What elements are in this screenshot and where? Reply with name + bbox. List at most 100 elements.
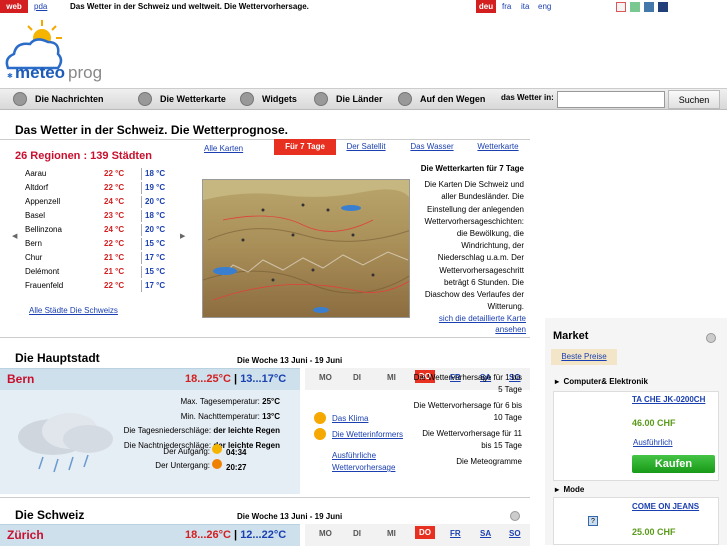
city-row[interactable]: Aarau 22 °C 18 °C xyxy=(12,167,192,181)
city-name[interactable]: Basel xyxy=(25,211,45,220)
tab-satellite[interactable]: Der Satellit xyxy=(344,139,388,155)
sunrise-time: 04:34 xyxy=(226,448,247,457)
divider xyxy=(141,210,142,222)
forecast-6-10-link[interactable]: Die Wettervorhersage für 6 bis 10 Tage xyxy=(410,400,522,424)
day-so[interactable]: SO xyxy=(509,529,521,538)
city-row[interactable]: Basel 23 °C 18 °C xyxy=(12,209,192,223)
all-maps-link[interactable]: Alle Karten xyxy=(204,144,243,153)
city-name[interactable]: Delémont xyxy=(25,267,59,276)
theme-swatch[interactable] xyxy=(644,2,654,12)
detail-label: Max. Tagesemperatur: xyxy=(180,397,260,406)
day-mo[interactable]: MO xyxy=(319,529,332,538)
divider xyxy=(141,280,142,292)
day-mo[interactable]: MO xyxy=(319,373,332,382)
city-name[interactable]: Bellinzona xyxy=(25,225,62,234)
tab-7days[interactable]: Für 7 Tage xyxy=(274,139,336,155)
detail-row: Die Tagesniederschläge: der leichte Rege… xyxy=(100,424,280,439)
nav-weathermap[interactable]: Die Wetterkarte xyxy=(138,88,226,110)
product-more-link[interactable]: Ausführlich xyxy=(633,438,673,447)
forecast-11-15-link[interactable]: Die Wettervorhersage für 11 bis 15 Tage xyxy=(410,428,522,452)
theme-swatch[interactable] xyxy=(658,2,668,12)
tab-water[interactable]: Das Wasser xyxy=(406,139,458,155)
divider xyxy=(0,497,530,498)
lang-deu[interactable]: deu xyxy=(476,0,496,13)
city-name[interactable]: Bern xyxy=(25,239,42,248)
search-button[interactable]: Suchen xyxy=(668,90,720,109)
city-name[interactable]: Frauenfeld xyxy=(25,281,63,290)
detail-label: Die Tagesniederschläge: xyxy=(123,426,212,435)
buy-button[interactable]: Kaufen xyxy=(632,455,715,473)
city-row[interactable]: Bern 22 °C 15 °C xyxy=(12,237,192,251)
city-row[interactable]: Chur 21 °C 17 °C xyxy=(12,251,192,265)
product-name[interactable]: TA CHE JK-0200CH xyxy=(632,395,705,404)
city-row[interactable]: Altdorf 22 °C 19 °C xyxy=(12,181,192,195)
day-di[interactable]: DI xyxy=(353,529,361,538)
temp-min: 13...17°C xyxy=(240,373,287,385)
city-name[interactable]: Bern xyxy=(7,372,34,386)
site-slogan: Das Wetter in der Schweiz und weltweit. … xyxy=(70,2,309,11)
lang-ita[interactable]: ita xyxy=(521,2,529,11)
nav-widgets[interactable]: Widgets xyxy=(240,88,297,110)
tab-web[interactable]: web xyxy=(0,0,28,13)
nav-countries[interactable]: Die Länder xyxy=(314,88,383,110)
city-name[interactable]: Altdorf xyxy=(25,183,48,192)
theme-swatch[interactable] xyxy=(616,2,626,12)
day-do[interactable]: DO xyxy=(415,526,435,539)
all-cities-link[interactable]: Alle Städte Die Schweizs xyxy=(29,306,118,315)
city-name[interactable]: Aarau xyxy=(25,169,46,178)
settings-icon[interactable] xyxy=(706,333,716,343)
city-name[interactable]: Appenzell xyxy=(25,197,60,206)
nav-label: Widgets xyxy=(262,94,297,104)
divider xyxy=(141,224,142,236)
temp-separator: | xyxy=(234,529,238,541)
svg-text:✱: ✱ xyxy=(7,72,13,80)
tab-weathermap[interactable]: Wetterkarte xyxy=(474,139,522,155)
day-sa[interactable]: SA xyxy=(480,529,491,538)
city-row[interactable]: Frauenfeld 22 °C 17 °C xyxy=(12,279,192,293)
link-pda[interactable]: pda xyxy=(34,2,47,11)
market-category[interactable]: ▸ Mode xyxy=(555,485,584,494)
city-name[interactable]: Chur xyxy=(25,253,42,262)
climate-link[interactable]: Das Klima xyxy=(332,414,368,423)
city-name[interactable]: Zürich xyxy=(7,528,44,542)
lang-eng[interactable]: eng xyxy=(538,2,551,11)
market-tab-label[interactable]: Beste Preise xyxy=(561,352,606,361)
detail-map-link[interactable]: sich die detaillierte Karte ansehen xyxy=(436,313,526,335)
site-logo[interactable]: ✱ meteo prog xyxy=(2,18,122,83)
market-tab-best-prices[interactable]: Beste Preise xyxy=(551,349,617,365)
week-range: Die Woche 13 Juni - 19 Juni xyxy=(237,512,343,521)
day-di[interactable]: DI xyxy=(353,373,361,382)
search-input[interactable] xyxy=(557,91,665,108)
detail-row: Min. Nachttemperatur: 13°C xyxy=(100,410,280,425)
city-row[interactable]: Bellinzona 24 °C 20 °C xyxy=(12,223,192,237)
map-icon xyxy=(138,92,152,106)
city-row[interactable]: Appenzell 24 °C 20 °C xyxy=(12,195,192,209)
city-row[interactable]: Delémont 21 °C 15 °C xyxy=(12,265,192,279)
informer-link[interactable]: Die Wetterinformers xyxy=(332,430,403,439)
regions-count: 26 Regionen : 139 Städten xyxy=(15,150,152,162)
day-fr[interactable]: FR xyxy=(450,529,461,538)
detailed-forecast-link[interactable]: Ausführliche Wettervorhersage xyxy=(332,450,412,474)
globe-icon xyxy=(314,92,328,106)
day-mi[interactable]: MI xyxy=(387,529,396,538)
divider xyxy=(141,252,142,264)
nav-news[interactable]: Die Nachrichten xyxy=(13,88,104,110)
weather-map[interactable] xyxy=(202,179,410,318)
settings-icon[interactable] xyxy=(510,511,520,521)
market-category[interactable]: ▸ Computer& Elektronik xyxy=(555,377,648,386)
detail-row: Max. Tagesemperatur: 25°C xyxy=(100,395,280,410)
search-label: das Wetter in: xyxy=(501,93,554,102)
meteogram-link[interactable]: Die Meteogramme xyxy=(410,456,522,468)
product-name[interactable]: COME ON JEANS xyxy=(632,502,699,511)
nav-roads[interactable]: Auf den Wegen xyxy=(398,88,485,110)
day-mi[interactable]: MI xyxy=(387,373,396,382)
temp-max: 23 °C xyxy=(104,211,125,220)
car-icon xyxy=(398,92,412,106)
svg-text:prog: prog xyxy=(68,63,102,82)
product-image-placeholder-icon: ? xyxy=(588,516,598,526)
climate-icon xyxy=(314,412,326,424)
temp-min: 17 °C xyxy=(145,253,166,262)
theme-swatch[interactable] xyxy=(630,2,640,12)
lang-fra[interactable]: fra xyxy=(502,2,511,11)
forecast-1-5-link[interactable]: Die Wettervorhersage für 1 bis 5 Tage xyxy=(410,372,522,396)
